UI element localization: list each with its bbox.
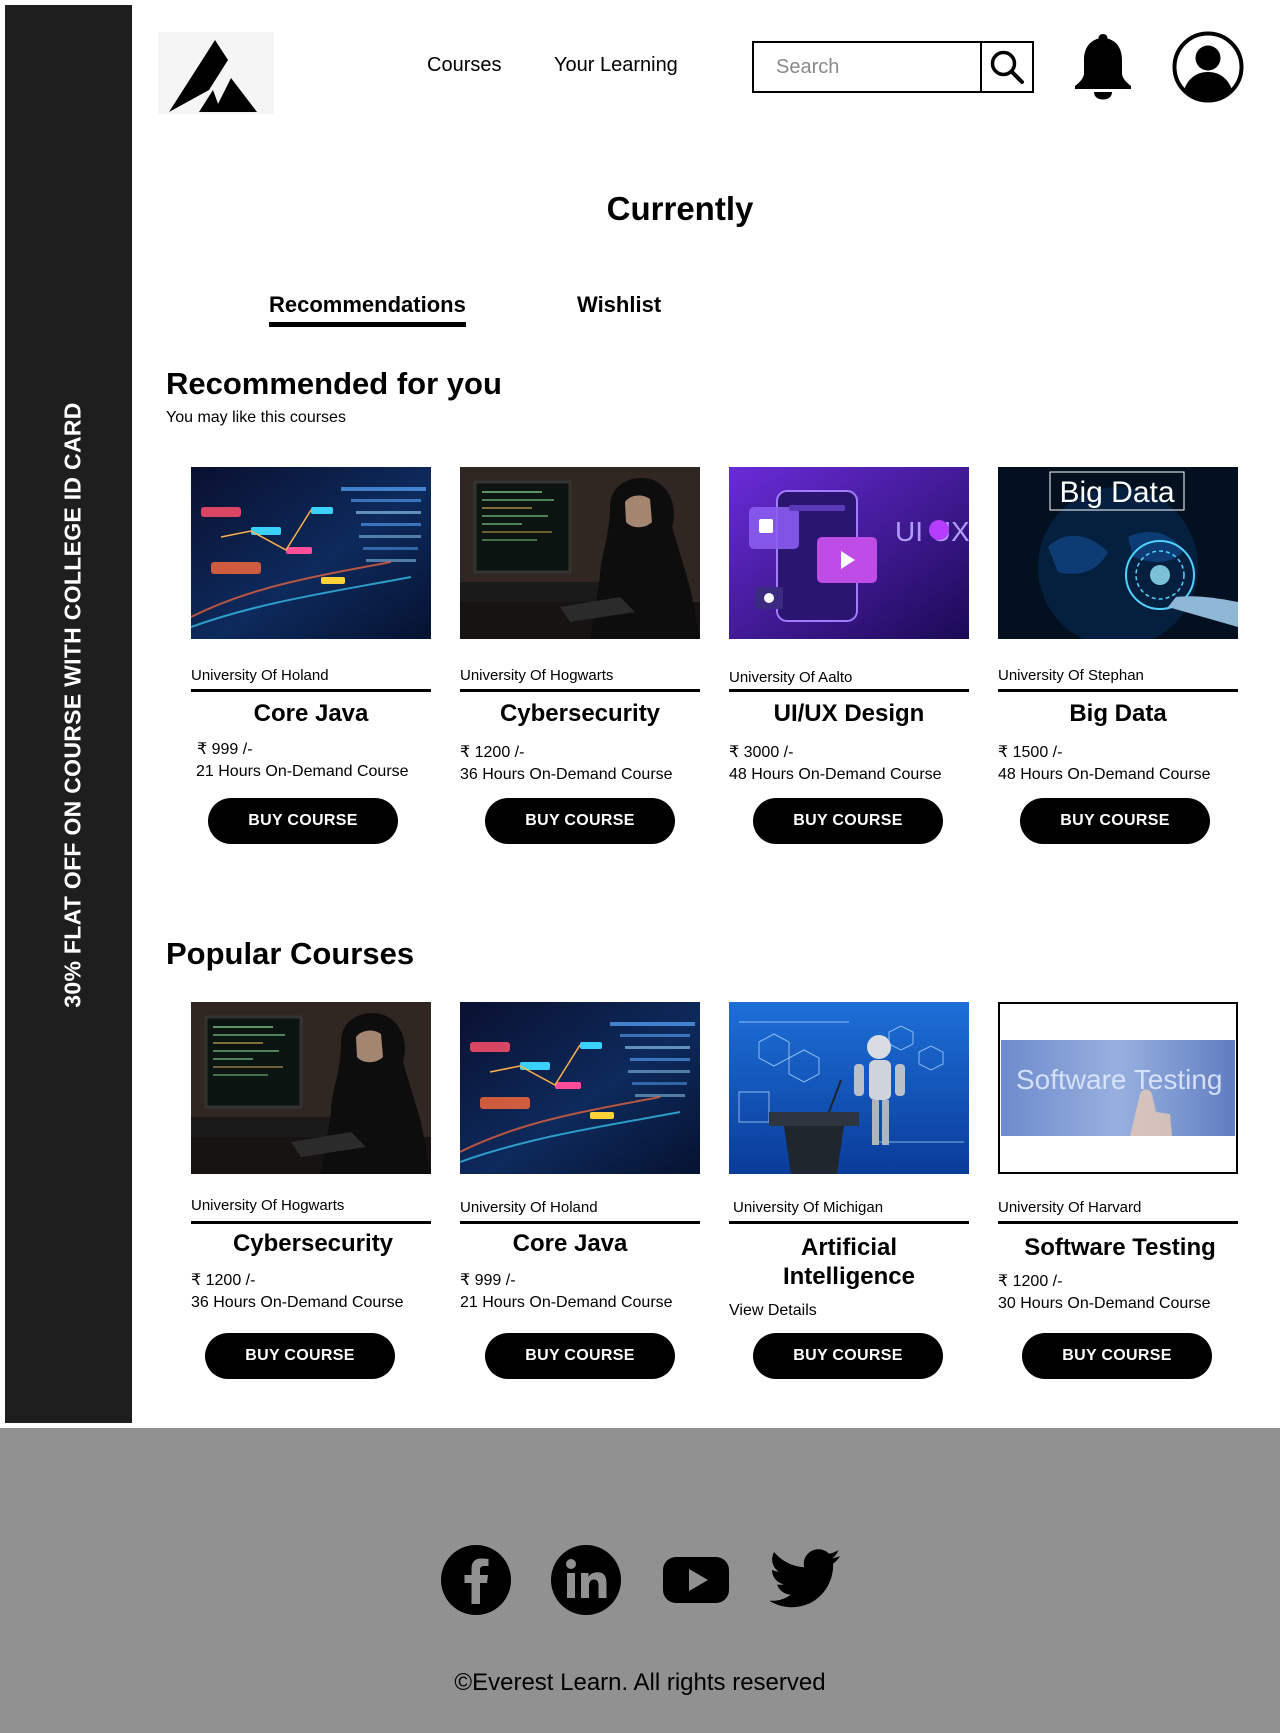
big-data-globe-image: Big Data bbox=[998, 467, 1238, 639]
software-testing-text: Software Testing bbox=[1016, 1064, 1223, 1095]
card-divider bbox=[729, 689, 969, 692]
course-thumbnail[interactable] bbox=[460, 467, 700, 639]
course-university: University Of Holand bbox=[191, 667, 329, 684]
search-bar bbox=[752, 41, 1034, 93]
search-button[interactable] bbox=[980, 43, 1032, 91]
buy-course-button[interactable]: BUY COURSE bbox=[1020, 798, 1210, 844]
course-thumbnail[interactable] bbox=[460, 1002, 700, 1174]
card-divider bbox=[460, 1221, 700, 1224]
course-thumbnail[interactable]: UI UX bbox=[729, 467, 969, 639]
robot-lecture-image bbox=[729, 1002, 969, 1174]
course-price: ₹ 1200 /- bbox=[998, 1273, 1063, 1290]
nav-your-learning-link[interactable]: Your Learning bbox=[554, 54, 678, 77]
twitter-icon[interactable] bbox=[770, 1544, 842, 1616]
buy-course-button[interactable]: BUY COURSE bbox=[1022, 1333, 1212, 1379]
card-divider bbox=[998, 689, 1238, 692]
code-visualization-image bbox=[460, 1002, 700, 1174]
course-price: ₹ 1500 /- bbox=[998, 744, 1063, 761]
course-title[interactable]: UI/UX Design bbox=[729, 699, 969, 728]
hooded-hacker-image bbox=[460, 467, 700, 639]
search-input[interactable] bbox=[754, 43, 980, 91]
course-thumbnail[interactable] bbox=[191, 1002, 431, 1174]
course-university: University Of Aalto bbox=[729, 669, 853, 686]
card-divider bbox=[460, 689, 700, 692]
course-price: ₹ 1200 /- bbox=[460, 744, 525, 761]
course-duration: 36 Hours On-Demand Course bbox=[191, 1294, 404, 1311]
course-duration: 30 Hours On-Demand Course bbox=[998, 1295, 1211, 1312]
course-price: ₹ 999 /- bbox=[197, 741, 253, 758]
course-price: ₹ 3000 /- bbox=[729, 744, 794, 761]
buy-course-button[interactable]: BUY COURSE bbox=[205, 1333, 395, 1379]
card-divider bbox=[998, 1221, 1238, 1224]
search-icon bbox=[990, 50, 1024, 84]
recommended-section-subtitle: You may like this courses bbox=[166, 409, 346, 426]
code-visualization-image bbox=[191, 467, 431, 639]
footer: ©Everest Learn. All rights reserved bbox=[0, 1428, 1280, 1733]
view-details-link[interactable]: View Details bbox=[729, 1302, 817, 1320]
course-duration: 36 Hours On-Demand Course bbox=[460, 766, 673, 783]
nav-courses-link[interactable]: Courses bbox=[427, 54, 501, 77]
buy-course-button[interactable]: BUY COURSE bbox=[485, 798, 675, 844]
course-title-line-1[interactable]: Artificial bbox=[729, 1233, 969, 1262]
mountain-logo-icon[interactable] bbox=[158, 32, 274, 114]
page-title: Currently bbox=[606, 190, 754, 227]
tab-wishlist[interactable]: Wishlist bbox=[577, 292, 661, 318]
course-university: University Of Hogwarts bbox=[191, 1197, 345, 1214]
course-university: University Of Holand bbox=[460, 1199, 598, 1216]
course-university: University Of Hogwarts bbox=[460, 667, 614, 684]
course-duration: 21 Hours On-Demand Course bbox=[460, 1294, 673, 1311]
buy-course-button[interactable]: BUY COURSE bbox=[753, 1333, 943, 1379]
course-thumbnail[interactable] bbox=[191, 467, 431, 639]
course-thumbnail[interactable] bbox=[729, 1002, 969, 1174]
course-duration: 48 Hours On-Demand Course bbox=[729, 766, 942, 783]
buy-course-button[interactable]: BUY COURSE bbox=[753, 798, 943, 844]
card-divider bbox=[191, 1221, 431, 1224]
course-title[interactable]: Cybersecurity bbox=[460, 699, 700, 728]
course-university: University Of Michigan bbox=[733, 1199, 884, 1216]
course-title[interactable]: Software Testing bbox=[1000, 1233, 1240, 1262]
course-thumbnail[interactable]: Software Testing bbox=[998, 1002, 1238, 1174]
popular-section-title: Popular Courses bbox=[166, 936, 415, 971]
card-divider bbox=[729, 1221, 969, 1224]
course-university: University Of Stephan bbox=[998, 667, 1144, 684]
course-duration: 21 Hours On-Demand Course bbox=[196, 763, 409, 780]
facebook-icon[interactable] bbox=[440, 1544, 512, 1616]
buy-course-button[interactable]: BUY COURSE bbox=[485, 1333, 675, 1379]
bell-icon[interactable] bbox=[1072, 32, 1134, 100]
promo-banner-text: 30% FLAT OFF ON COURSE WITH COLLEGE ID C… bbox=[59, 402, 86, 1008]
ui-ux-mockup-image: UI UX bbox=[729, 467, 969, 639]
copyright-text: ©Everest Learn. All rights reserved bbox=[454, 1669, 826, 1696]
course-price: ₹ 999 /- bbox=[460, 1272, 516, 1289]
buy-course-button[interactable]: BUY COURSE bbox=[208, 798, 398, 844]
course-title[interactable]: Big Data bbox=[998, 699, 1238, 728]
youtube-icon[interactable] bbox=[660, 1544, 732, 1616]
tab-recommendations[interactable]: Recommendations bbox=[269, 292, 466, 318]
course-price: ₹ 1200 /- bbox=[191, 1272, 256, 1289]
user-avatar-icon[interactable] bbox=[1172, 31, 1244, 103]
linkedin-icon[interactable] bbox=[550, 1544, 622, 1616]
course-title[interactable]: Core Java bbox=[191, 699, 431, 728]
course-title-line-2[interactable]: Intelligence bbox=[729, 1262, 969, 1291]
card-divider bbox=[191, 689, 431, 692]
course-university: University Of Harvard bbox=[998, 1199, 1142, 1216]
active-tab-indicator bbox=[269, 322, 466, 327]
hooded-hacker-image bbox=[191, 1002, 431, 1174]
big-data-text: Big Data bbox=[1059, 476, 1174, 509]
recommended-section-title: Recommended for you bbox=[166, 366, 502, 401]
course-title[interactable]: Cybersecurity bbox=[193, 1229, 433, 1258]
course-thumbnail[interactable]: Big Data bbox=[998, 467, 1238, 639]
course-duration: 48 Hours On-Demand Course bbox=[998, 766, 1211, 783]
software-testing-image: Software Testing bbox=[1000, 1004, 1236, 1172]
course-title[interactable]: Core Java bbox=[450, 1229, 690, 1258]
